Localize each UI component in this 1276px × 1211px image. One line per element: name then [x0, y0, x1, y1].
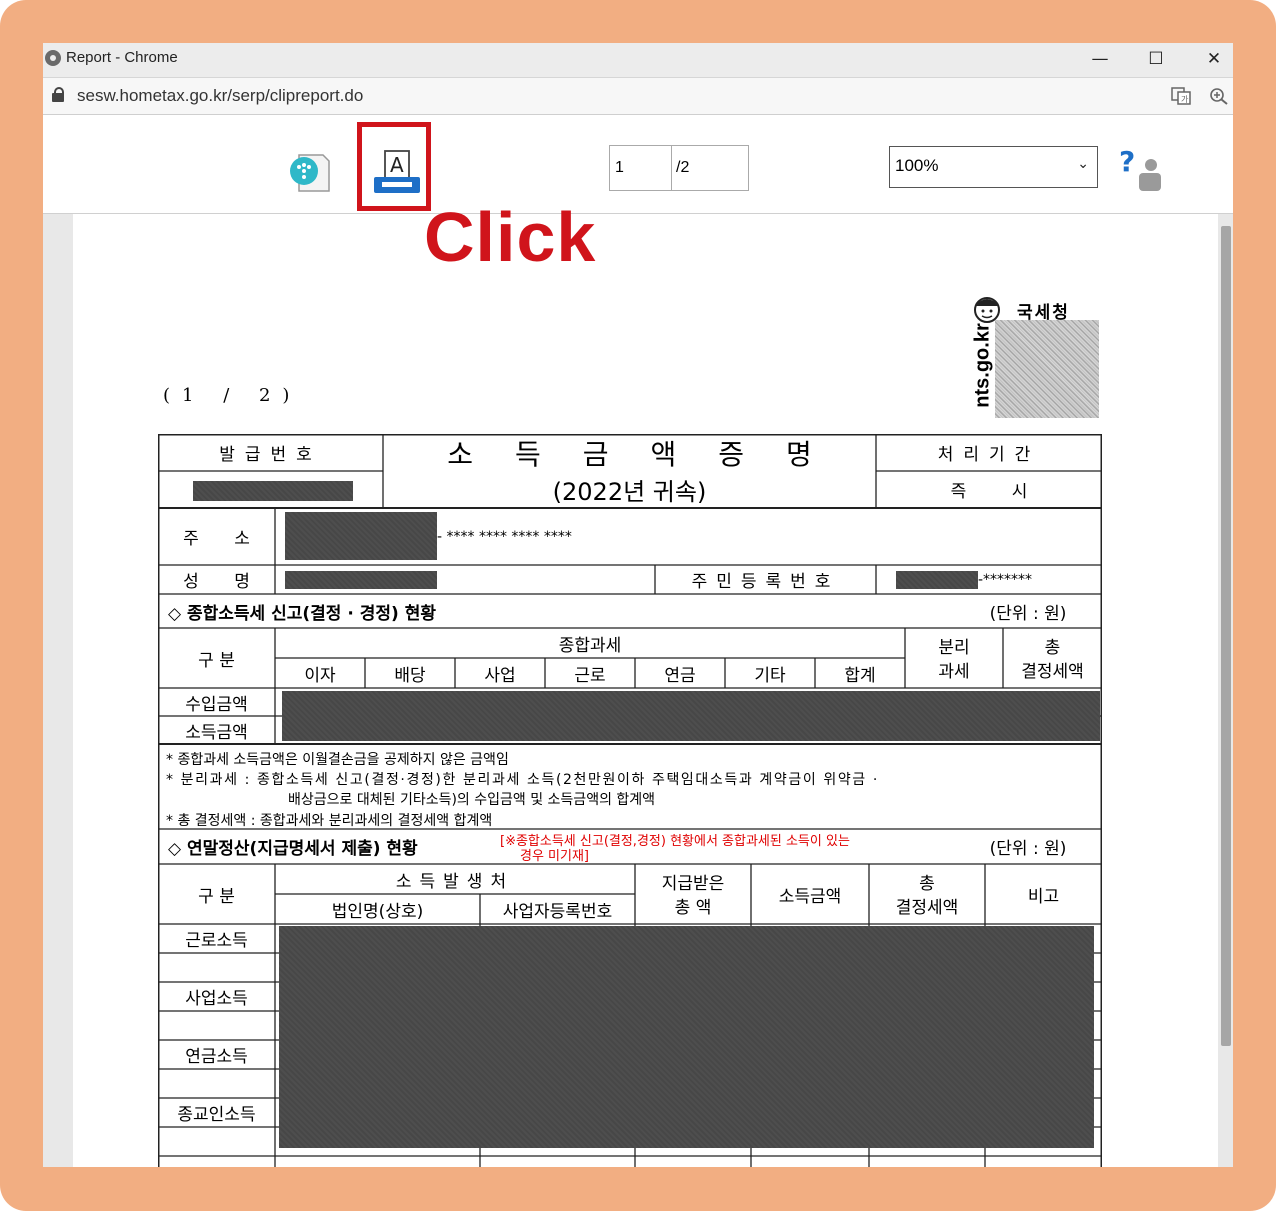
subcol-sum: 합계 [844, 665, 876, 686]
note-2: * 분리과세 : 종합소득세 신고(결정·경정)한 분리과세 소득(2천만원이하… [166, 772, 879, 788]
note-4: * 총 결정세액 : 종합과세와 분리과세의 결정세액 합계액 [166, 813, 493, 829]
col2-total-tax-1: 총 [919, 873, 935, 894]
row-income: 수입금액 [185, 694, 248, 715]
subcol-interest: 이자 [304, 665, 336, 686]
section2-unit: (단위 : 원) [989, 839, 1067, 859]
subcol-business: 사업 [484, 665, 516, 686]
col-separate-1: 분리 [938, 637, 970, 658]
maximize-button[interactable]: ☐ [1133, 43, 1179, 77]
lock-icon [52, 87, 64, 102]
click-annotation: Click [424, 198, 597, 276]
report-viewer: 국세청 nts.go.kr (1 / 2) 발급번호 소득금액증명 (2022년… [43, 214, 1233, 1167]
rrn-label: 주민등록번호 [691, 572, 840, 592]
subcol-dividend: 배당 [394, 665, 426, 686]
chrome-icon [45, 50, 61, 66]
col-bizno: 사업자등록번호 [502, 901, 613, 922]
page-input-group[interactable]: 1 /2 [609, 145, 749, 191]
qr-code [995, 320, 1099, 418]
col-paid-2: 총 액 [674, 897, 712, 918]
browser-window: Report - Chrome — ☐ ✕ sesw.hometax.go.kr… [43, 43, 1233, 1167]
chevron-down-icon: ⌄ [1077, 156, 1089, 172]
window-title: Report - Chrome [66, 49, 178, 66]
certificate-form: 발급번호 소득금액증명 (2022년 귀속) 처리기간 즉 시 주 소 - **… [158, 434, 1102, 1167]
print-highlight-box [357, 122, 431, 211]
zoom-value: 100% [895, 156, 939, 175]
subcol-pension: 연금 [664, 665, 696, 686]
redacted-name [285, 571, 437, 589]
row-earned: 소득금액 [185, 722, 248, 743]
document-year: (2022년 귀속) [552, 478, 707, 506]
svg-text:?: ? [1119, 145, 1135, 178]
orange-frame: Report - Chrome — ☐ ✕ sesw.hometax.go.kr… [0, 0, 1276, 1211]
period-label: 처리기간 [937, 445, 1041, 465]
col-corp: 법인명(상호) [331, 901, 424, 922]
total-pages: /2 [676, 159, 690, 176]
col-remark: 비고 [1027, 886, 1060, 907]
page-indicator: (1 / 2) [163, 385, 302, 406]
redacted-issue-no [193, 481, 353, 501]
svg-text:가: 가 [1181, 95, 1189, 104]
zoom-select[interactable]: 100% ⌄ [889, 146, 1098, 188]
row-pension-income: 연금소득 [185, 1047, 248, 1067]
redacted-address [285, 512, 437, 560]
help-icon[interactable]: ? [1117, 145, 1163, 197]
save-document-icon[interactable] [287, 151, 333, 199]
rrn-masked: -******* [978, 571, 1033, 588]
note-1: * 종합과세 소득금액은 이월결손금을 공제하지 않은 금액임 [166, 752, 509, 768]
section2-note-2: 경우 미기재] [520, 849, 590, 864]
title-bar: Report - Chrome — ☐ ✕ [43, 43, 1233, 78]
col-paid-1: 지급받은 [661, 873, 725, 894]
row-religious-income: 종교인소득 [177, 1105, 256, 1125]
col-gubun: 구 분 [198, 650, 235, 671]
col-separate-2: 과세 [938, 661, 970, 682]
note-3: 배상금으로 대체된 기타소득)의 수입금액 및 소득금액의 합계액 [288, 792, 656, 808]
redacted-section1-values [282, 691, 1100, 741]
close-window-button[interactable]: ✕ [1191, 43, 1233, 77]
section1-title: ◇ 종합소득세 신고(결정 · 경정) 현황 [168, 603, 436, 624]
name-label: 성 명 [183, 572, 250, 592]
nts-site: nts.go.kr [971, 323, 994, 408]
col-total-tax-1: 총 [1044, 637, 1061, 658]
redacted-rrn [896, 571, 978, 589]
subcol-earned: 근로 [574, 665, 606, 686]
issue-no-label: 발급번호 [219, 445, 322, 465]
url-text[interactable]: sesw.hometax.go.kr/serp/clipreport.do [77, 86, 363, 106]
redacted-section2-values [279, 926, 1094, 1148]
section2-title: ◇ 연말정산(지급명세서 제출) 현황 [168, 839, 418, 859]
zoom-icon[interactable] [1209, 87, 1229, 109]
document-title: 소득금액증명 [447, 437, 854, 471]
nts-logo: 국세청 nts.go.kr [969, 294, 1109, 419]
translate-icon[interactable]: 가 [1171, 87, 1191, 109]
col-income-amt: 소득금액 [778, 886, 842, 907]
report-toolbar: A |< < 1 /2 > >| 100% ⌄ ? ✕ [43, 115, 1233, 264]
col2-gubun: 구 분 [198, 886, 235, 907]
col2-total-tax-2: 결정세액 [895, 897, 959, 918]
address-bar: sesw.hometax.go.kr/serp/clipreport.do 가 [43, 78, 1233, 115]
subcol-other: 기타 [754, 665, 786, 686]
vertical-scrollbar[interactable] [1221, 226, 1231, 1046]
col-general: 종합과세 [558, 635, 622, 656]
col-source: 소득발생처 [395, 871, 515, 892]
report-page: 국세청 nts.go.kr (1 / 2) 발급번호 소득금액증명 (2022년… [73, 214, 1218, 1167]
address-label: 주 소 [183, 529, 250, 549]
row-business-income: 사업소득 [185, 989, 248, 1009]
period-value: 즉 시 [950, 482, 1028, 502]
section1-unit: (단위 : 원) [989, 603, 1067, 624]
col-total-tax-2: 결정세액 [1021, 661, 1084, 682]
current-page-input[interactable]: 1 [615, 159, 624, 177]
minimize-button[interactable]: — [1077, 43, 1123, 77]
address-masked: - **** **** **** **** [437, 528, 572, 545]
row-earned-income: 근로소득 [185, 931, 248, 951]
